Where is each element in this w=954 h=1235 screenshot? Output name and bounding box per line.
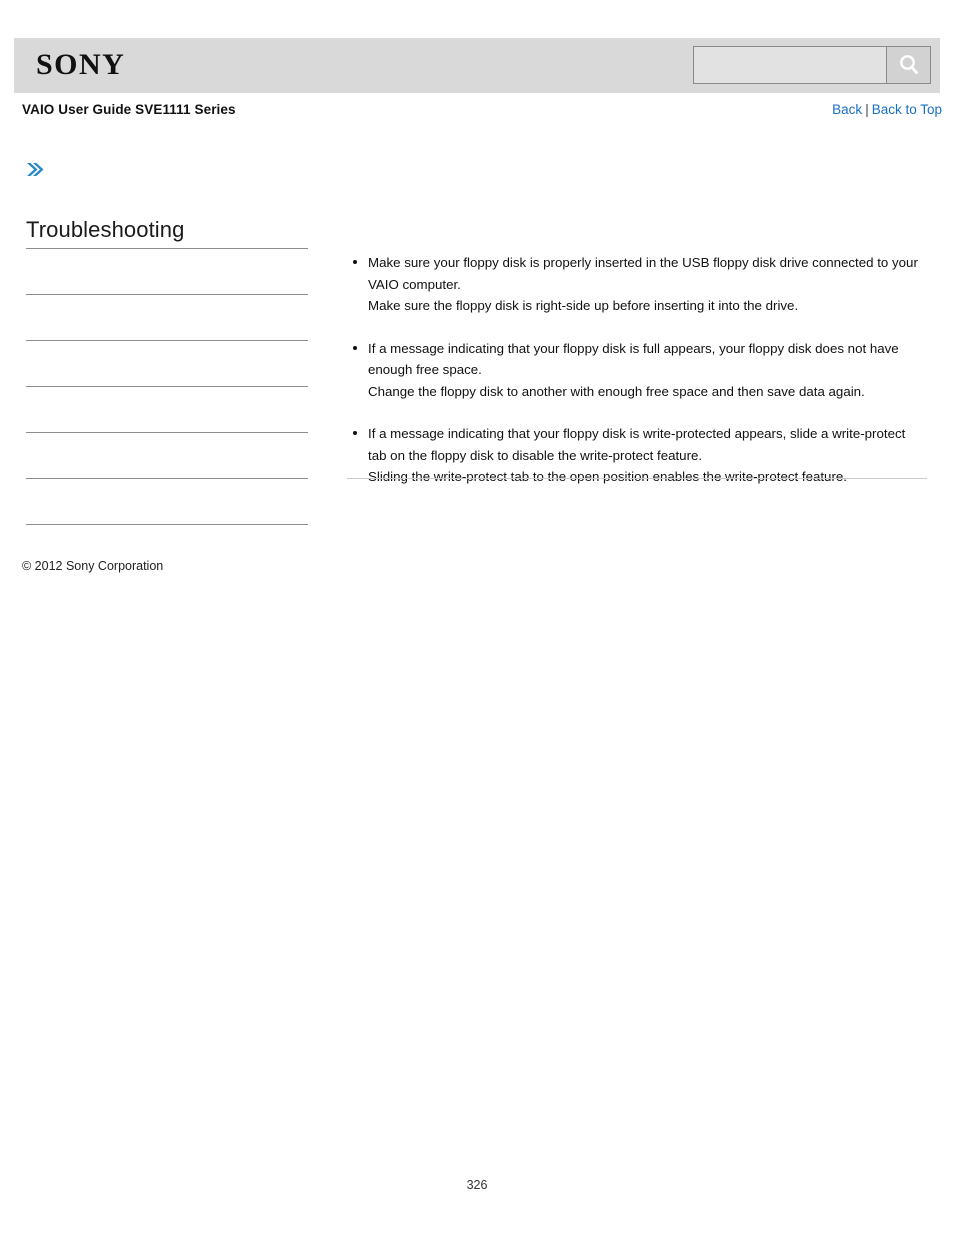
back-link[interactable]: Back	[832, 102, 862, 117]
header-nav-links: Back | Back to Top	[832, 102, 942, 117]
bullet-line: Change the floppy disk to another with e…	[368, 383, 865, 399]
list-item: Make sure your floppy disk is properly i…	[347, 252, 927, 317]
guide-title: VAIO User Guide SVE1111 Series	[22, 102, 236, 117]
page-number: 326	[466, 1178, 488, 1192]
search-button[interactable]	[886, 47, 930, 83]
site-header-band: SONY	[14, 38, 940, 93]
bullet-line: If a message indicating that your floppy…	[368, 426, 906, 463]
search-icon	[896, 52, 922, 78]
search-box[interactable]	[693, 46, 931, 84]
bullet-marker	[353, 345, 357, 350]
bullet-line: Make sure the floppy disk is right-side …	[368, 298, 799, 313]
bullet-line: Sliding the write-protect tab to the ope…	[368, 469, 847, 484]
sidebar-item[interactable]	[26, 387, 308, 432]
search-input[interactable]	[694, 47, 886, 83]
double-chevron-right-icon	[24, 160, 46, 182]
content-bottom-divider	[347, 478, 927, 479]
main-content: Make sure your floppy disk is properly i…	[347, 252, 927, 488]
bullet-marker	[353, 260, 357, 264]
list-item: If a message indicating that your floppy…	[347, 338, 927, 403]
sidebar-item[interactable]	[26, 249, 308, 294]
link-separator: |	[865, 102, 869, 117]
sidebar-title: Troubleshooting	[26, 217, 185, 242]
troubleshooting-bullet-list: Make sure your floppy disk is properly i…	[347, 252, 927, 488]
sony-logo: SONY	[36, 48, 126, 81]
sidebar-item[interactable]	[26, 479, 308, 524]
sidebar-item[interactable]	[26, 433, 308, 478]
back-to-top-link[interactable]: Back to Top	[872, 102, 942, 117]
sidebar-item[interactable]	[26, 341, 308, 386]
sidebar-divider	[26, 524, 308, 525]
copyright-notice: © 2012 Sony Corporation	[22, 559, 164, 573]
bullet-line: If a message indicating that your floppy…	[368, 340, 899, 378]
sidebar-item[interactable]	[26, 295, 308, 340]
sidebar-toc: Troubleshooting	[26, 216, 308, 525]
bullet-line: Make sure your floppy disk is properly i…	[368, 255, 918, 292]
bullet-marker	[353, 431, 357, 435]
